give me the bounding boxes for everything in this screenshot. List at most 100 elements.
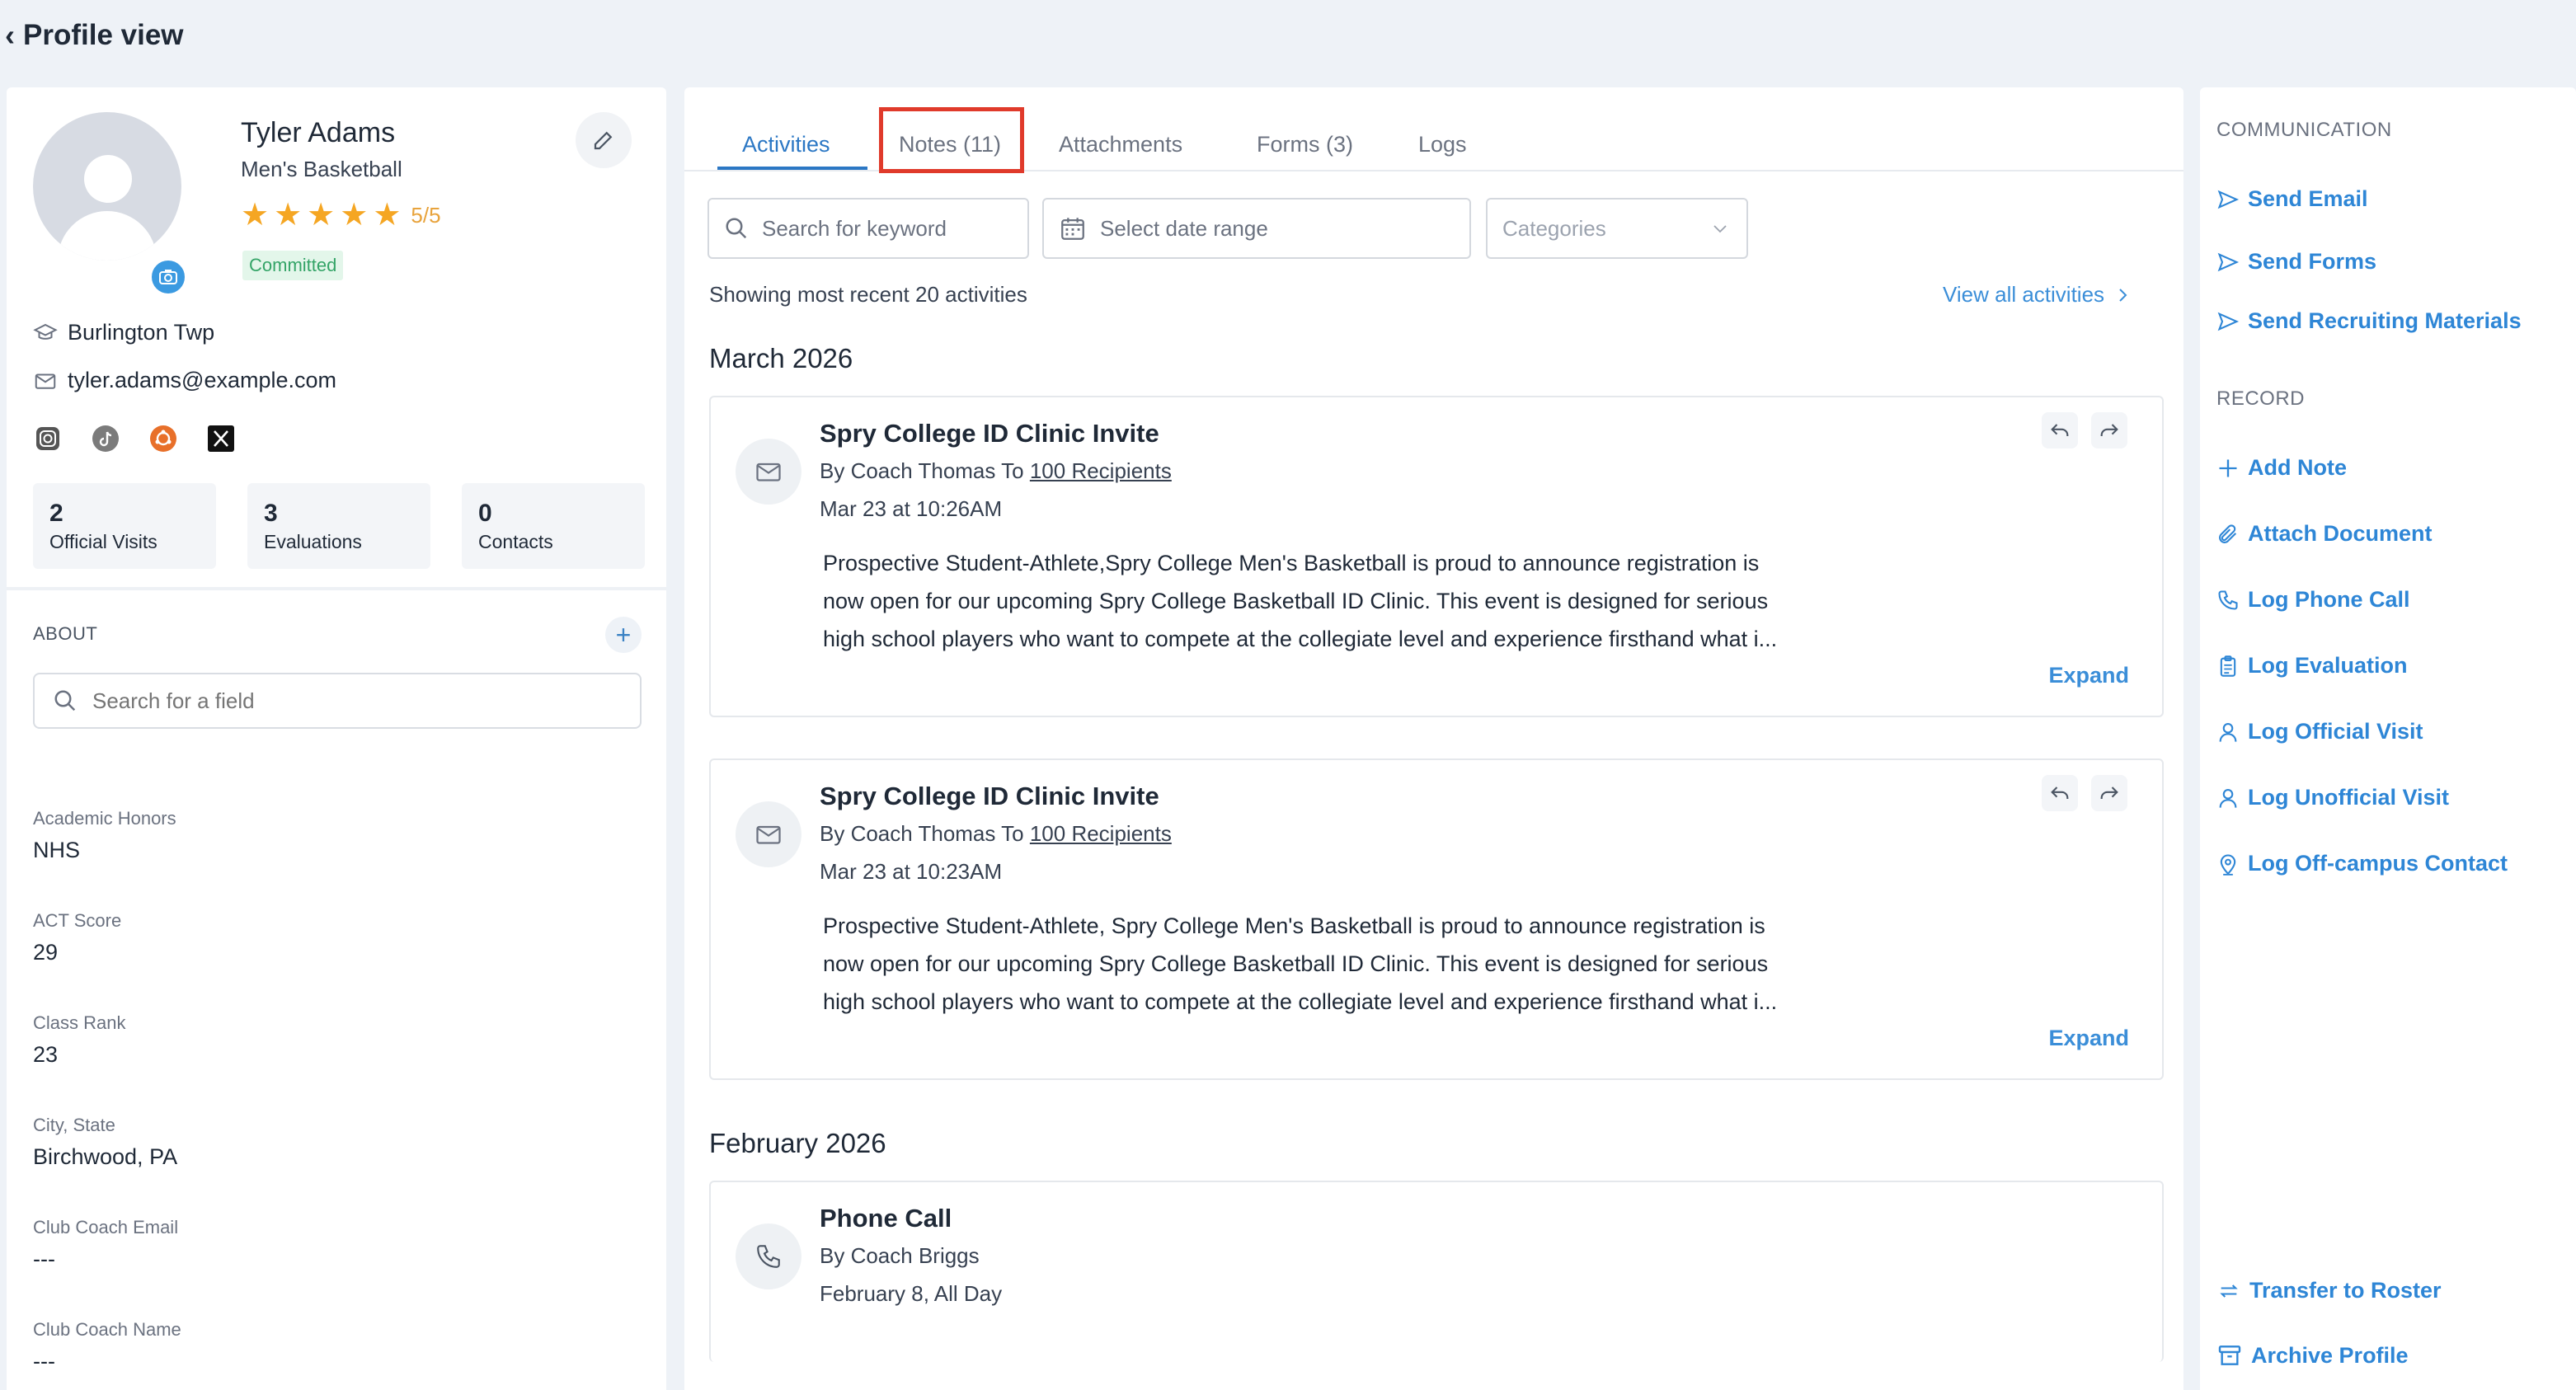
send-forms-button[interactable]: Send Forms bbox=[2216, 249, 2376, 275]
tab-activities[interactable]: Activities bbox=[742, 132, 830, 157]
email-row: tyler.adams@example.com bbox=[33, 368, 336, 393]
instagram-icon[interactable] bbox=[33, 424, 63, 453]
archive-profile-button[interactable]: Archive Profile bbox=[2216, 1342, 2409, 1369]
transfer-to-roster-button[interactable]: Transfer to Roster bbox=[2216, 1278, 2442, 1303]
avatar bbox=[33, 112, 188, 297]
profile-sport: Men's Basketball bbox=[241, 157, 402, 181]
activity-by: By Coach Thomas To 100 Recipients bbox=[820, 458, 1172, 483]
tab-forms[interactable]: Forms (3) bbox=[1257, 132, 1353, 157]
view-all-activities-link[interactable]: View all activities bbox=[1943, 282, 2129, 308]
communication-heading: COMMUNICATION bbox=[2216, 119, 2392, 141]
date-range-picker[interactable]: Select date range bbox=[1042, 198, 1471, 259]
school-name: Burlington Twp bbox=[68, 320, 215, 345]
add-note-button[interactable]: Add Note bbox=[2216, 455, 2347, 481]
divider bbox=[7, 587, 666, 590]
transfer-icon bbox=[2220, 1284, 2238, 1298]
add-field-button[interactable]: + bbox=[605, 617, 642, 653]
log-off-campus-contact-button[interactable]: Log Off-campus Contact bbox=[2216, 851, 2508, 876]
activity-date: February 8, All Day bbox=[820, 1281, 1003, 1306]
mail-icon bbox=[35, 373, 56, 389]
reply-icon[interactable] bbox=[2042, 412, 2078, 448]
edit-icon bbox=[594, 131, 613, 150]
phone-icon bbox=[736, 1223, 801, 1289]
mail-icon bbox=[736, 801, 801, 867]
location-pin-icon bbox=[2220, 854, 2236, 876]
recipients-link[interactable]: 100 Recipients bbox=[1030, 821, 1172, 846]
month-heading: March 2026 bbox=[709, 343, 853, 373]
email-text[interactable]: tyler.adams@example.com bbox=[68, 368, 336, 393]
log-official-visit-button[interactable]: Log Official Visit bbox=[2216, 719, 2423, 744]
user-icon bbox=[2219, 788, 2237, 808]
categories-select[interactable]: Categories bbox=[1486, 198, 1748, 259]
camera-icon[interactable] bbox=[148, 257, 188, 297]
log-unofficial-visit-button[interactable]: Log Unofficial Visit bbox=[2216, 785, 2449, 810]
paperclip-icon bbox=[2219, 524, 2237, 543]
x-icon[interactable] bbox=[206, 424, 236, 453]
rating-stars: ★ ★ ★ ★ ★ 5/5 bbox=[241, 200, 441, 231]
field-search[interactable] bbox=[33, 673, 642, 729]
log-phone-call-button[interactable]: Log Phone Call bbox=[2216, 587, 2410, 613]
date-range-label: Select date range bbox=[1100, 215, 1268, 241]
notes-tab-highlight bbox=[879, 107, 1024, 173]
active-tab-indicator bbox=[717, 167, 867, 170]
about-heading: ABOUT bbox=[33, 623, 98, 644]
activity-card[interactable]: Spry College ID Clinic Invite By Coach T… bbox=[709, 758, 2164, 1080]
star-icon: ★ bbox=[373, 198, 402, 232]
send-email-button[interactable]: Send Email bbox=[2216, 186, 2368, 212]
activity-body: Prospective Student-Athlete,Spry College… bbox=[823, 551, 1778, 651]
recipients-link[interactable]: 100 Recipients bbox=[1030, 458, 1172, 483]
month-heading: February 2026 bbox=[709, 1128, 886, 1158]
reply-icon[interactable] bbox=[2042, 775, 2078, 811]
user-icon bbox=[2219, 722, 2237, 742]
field-city-state: City, State Birchwood, PA bbox=[33, 1115, 178, 1169]
expand-button[interactable]: Expand bbox=[2048, 1026, 2129, 1051]
activity-card[interactable]: Spry College ID Clinic Invite By Coach T… bbox=[709, 396, 2164, 717]
activity-card[interactable]: Phone Call By Coach Briggs February 8, A… bbox=[709, 1181, 2164, 1362]
send-icon bbox=[2217, 312, 2240, 331]
plus-icon bbox=[2219, 459, 2237, 477]
tiktok-icon[interactable] bbox=[91, 424, 120, 453]
attach-document-button[interactable]: Attach Document bbox=[2216, 521, 2433, 547]
expand-button[interactable]: Expand bbox=[2048, 663, 2129, 688]
stat-contacts[interactable]: 0 Contacts bbox=[462, 483, 645, 569]
field-club-coach-name: Club Coach Name --- bbox=[33, 1319, 181, 1374]
actions-panel: COMMUNICATION Send Email Send Forms Send… bbox=[2200, 87, 2576, 1390]
field-club-coach-email: Club Coach Email --- bbox=[33, 1217, 179, 1271]
social-links bbox=[33, 424, 236, 453]
activity-title: Spry College ID Clinic Invite bbox=[820, 782, 1159, 810]
mail-icon bbox=[736, 439, 801, 505]
page-title: Profile view bbox=[23, 19, 184, 51]
tab-logs[interactable]: Logs bbox=[1418, 132, 1467, 157]
status-badge: Committed bbox=[242, 251, 344, 280]
field-class-rank: Class Rank 23 bbox=[33, 1012, 126, 1067]
record-heading: RECORD bbox=[2216, 387, 2306, 410]
school-row: Burlington Twp bbox=[33, 320, 214, 345]
forward-icon[interactable] bbox=[2091, 412, 2127, 448]
link-icon[interactable] bbox=[148, 424, 178, 453]
back-chevron-icon[interactable]: ‹ bbox=[5, 18, 15, 53]
keyword-search-placeholder: Search for keyword bbox=[762, 215, 947, 241]
send-icon bbox=[2217, 252, 2240, 271]
graduation-cap-icon bbox=[33, 323, 58, 340]
showing-text: Showing most recent 20 activities bbox=[709, 282, 1027, 307]
activity-date: Mar 23 at 10:26AM bbox=[820, 496, 1003, 521]
edit-profile-button[interactable] bbox=[576, 112, 632, 168]
activity-by: By Coach Thomas To 100 Recipients bbox=[820, 821, 1172, 846]
field-academic-honors: Academic Honors NHS bbox=[33, 808, 176, 862]
plus-icon: + bbox=[615, 619, 632, 650]
log-evaluation-button[interactable]: Log Evaluation bbox=[2216, 653, 2408, 679]
page-header: ‹ Profile view bbox=[5, 15, 184, 56]
categories-label: Categories bbox=[1502, 215, 1606, 241]
stat-evaluations[interactable]: 3 Evaluations bbox=[247, 483, 430, 569]
profile-panel: Tyler Adams Men's Basketball ★ ★ ★ ★ ★ 5… bbox=[7, 87, 666, 1390]
field-search-input[interactable] bbox=[92, 688, 587, 714]
send-icon bbox=[2217, 190, 2240, 209]
star-icon: ★ bbox=[241, 198, 270, 232]
archive-icon bbox=[2218, 1345, 2241, 1365]
card-actions bbox=[2042, 775, 2127, 811]
forward-icon[interactable] bbox=[2091, 775, 2127, 811]
stat-official-visits[interactable]: 2 Official Visits bbox=[33, 483, 216, 569]
tab-attachments[interactable]: Attachments bbox=[1059, 132, 1182, 157]
keyword-search[interactable]: Search for keyword bbox=[707, 198, 1029, 259]
send-recruiting-materials-button[interactable]: Send Recruiting Materials bbox=[2216, 308, 2522, 334]
